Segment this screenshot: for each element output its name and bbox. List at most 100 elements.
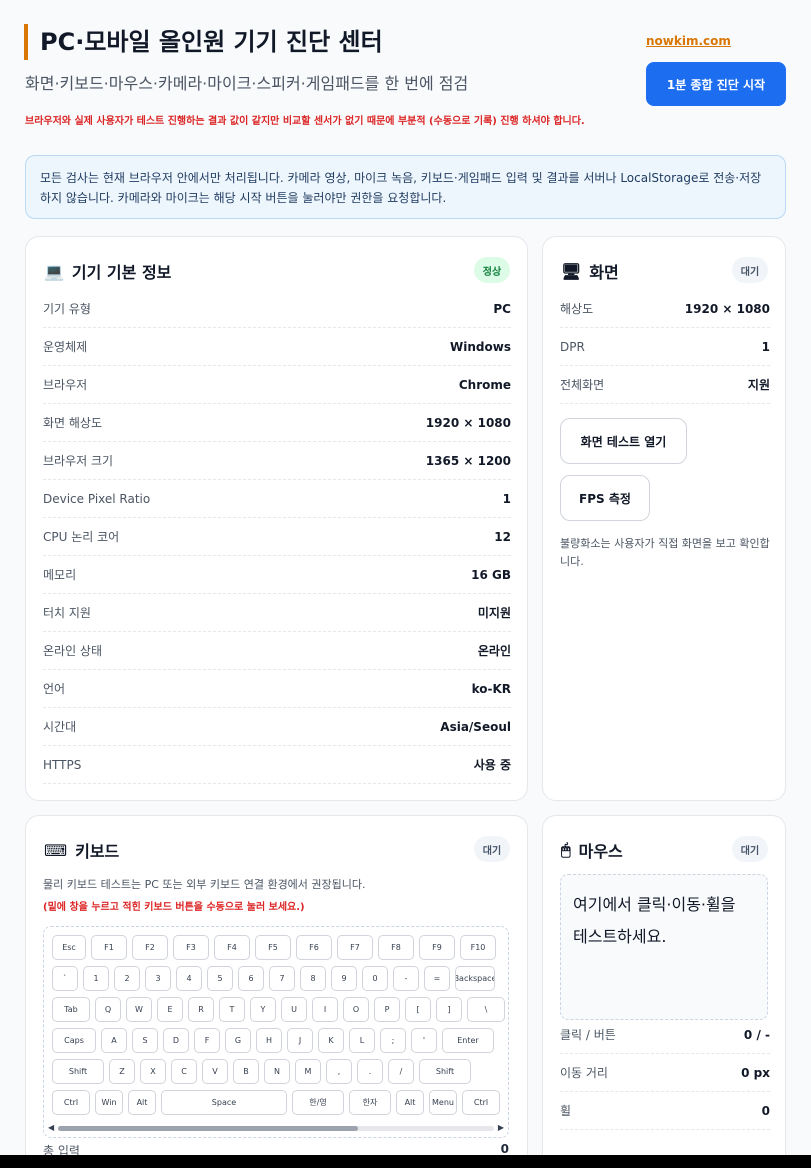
key-h[interactable]: H bbox=[256, 1028, 282, 1053]
scroll-left-icon[interactable]: ◀ bbox=[48, 1123, 54, 1132]
key-f9[interactable]: F9 bbox=[419, 935, 455, 960]
key-caps[interactable]: Caps bbox=[52, 1028, 96, 1053]
key-f2[interactable]: F2 bbox=[132, 935, 168, 960]
key-alt[interactable]: Alt bbox=[396, 1090, 424, 1115]
info-value: 1 bbox=[502, 491, 511, 506]
key-a[interactable]: A bbox=[101, 1028, 127, 1053]
info-row: 브라우저 크기 1365 × 1200 bbox=[43, 442, 511, 480]
info-row: 메모리 16 GB bbox=[43, 556, 511, 594]
key-1[interactable]: 1 bbox=[83, 966, 109, 991]
key-[interactable]: = bbox=[424, 966, 450, 991]
key-9[interactable]: 9 bbox=[331, 966, 357, 991]
info-label: 전체화면 bbox=[560, 378, 605, 392]
key-5[interactable]: 5 bbox=[207, 966, 233, 991]
key-[interactable]: - bbox=[393, 966, 419, 991]
key-esc[interactable]: Esc bbox=[52, 935, 86, 960]
key-u[interactable]: U bbox=[281, 997, 307, 1022]
start-diagnosis-button[interactable]: 1분 종합 진단 시작 bbox=[646, 62, 786, 106]
info-value: 12 bbox=[494, 529, 511, 544]
key-shift[interactable]: Shift bbox=[52, 1059, 104, 1084]
key-4[interactable]: 4 bbox=[176, 966, 202, 991]
key-y[interactable]: Y bbox=[250, 997, 276, 1022]
key-[interactable]: ` bbox=[52, 966, 78, 991]
key-i[interactable]: I bbox=[312, 997, 338, 1022]
key-j[interactable]: J bbox=[287, 1028, 313, 1053]
key-r[interactable]: R bbox=[188, 997, 214, 1022]
keyboard-row: ` 1 2 3 4 5 6 7 8 9 0- = Backspace bbox=[52, 966, 495, 991]
info-row: 화면 해상도 1920 × 1080 bbox=[43, 404, 511, 442]
key-[interactable]: ] bbox=[436, 997, 462, 1022]
key-tab[interactable]: Tab bbox=[52, 997, 90, 1022]
key-d[interactable]: D bbox=[163, 1028, 189, 1053]
key-f7[interactable]: F7 bbox=[337, 935, 373, 960]
key-f5[interactable]: F5 bbox=[255, 935, 291, 960]
key-[interactable]: \ bbox=[467, 997, 505, 1022]
device-info-card: 💻 기기 기본 정보 정상 기기 유형 PC 운영체제 Windows 브라우저 Chro… bbox=[25, 236, 528, 801]
key-[interactable]: [ bbox=[405, 997, 431, 1022]
info-value: 1 bbox=[761, 339, 770, 354]
key-shift[interactable]: Shift bbox=[419, 1059, 471, 1084]
info-label: 시간대 bbox=[43, 720, 77, 734]
key-[interactable]: / bbox=[388, 1059, 414, 1084]
key-f1[interactable]: F1 bbox=[91, 935, 127, 960]
key-[interactable]: , bbox=[326, 1059, 352, 1084]
key-space[interactable]: Space bbox=[161, 1090, 287, 1115]
key-v[interactable]: V bbox=[202, 1059, 228, 1084]
key-c[interactable]: C bbox=[171, 1059, 197, 1084]
key-f3[interactable]: F3 bbox=[173, 935, 209, 960]
key-backspace[interactable]: Backspace bbox=[455, 966, 495, 991]
key-l[interactable]: L bbox=[349, 1028, 375, 1053]
keyboard-test-area[interactable]: Ctrl Win Alt Space 한/영 한자 Alt Menu Ctrl Shift Z X C V… bbox=[43, 926, 509, 1138]
open-screen-test-button[interactable]: 화면 테스트 열기 bbox=[560, 418, 687, 464]
key-0[interactable]: 0 bbox=[362, 966, 388, 991]
key-[interactable]: . bbox=[357, 1059, 383, 1084]
key-q[interactable]: Q bbox=[95, 997, 121, 1022]
mouse-test-area[interactable]: 여기에서 클릭·이동·휠을 테스트하세요. bbox=[560, 874, 768, 1020]
key-e[interactable]: E bbox=[157, 997, 183, 1022]
key-7[interactable]: 7 bbox=[269, 966, 295, 991]
key-k[interactable]: K bbox=[318, 1028, 344, 1053]
key-t[interactable]: T bbox=[219, 997, 245, 1022]
key-n[interactable]: N bbox=[264, 1059, 290, 1084]
key-8[interactable]: 8 bbox=[300, 966, 326, 991]
key-x[interactable]: X bbox=[140, 1059, 166, 1084]
key-f8[interactable]: F8 bbox=[378, 935, 414, 960]
key-m[interactable]: M bbox=[295, 1059, 321, 1084]
key-o[interactable]: O bbox=[343, 997, 369, 1022]
brand-link[interactable]: nowkim.com bbox=[646, 34, 731, 48]
info-value: 지원 bbox=[747, 378, 770, 392]
key-menu[interactable]: Menu bbox=[429, 1090, 457, 1115]
key-enter[interactable]: Enter bbox=[442, 1028, 494, 1053]
key-win[interactable]: Win bbox=[95, 1090, 123, 1115]
key-ctrl[interactable]: Ctrl bbox=[462, 1090, 500, 1115]
key-한자[interactable]: 한자 bbox=[349, 1090, 391, 1115]
screen-card: 🖥 화면 대기 해상도 1920 × 1080 DPR 1 전체화면 지원 화면 테스트 … bbox=[542, 236, 786, 801]
key-3[interactable]: 3 bbox=[145, 966, 171, 991]
fps-measure-button[interactable]: FPS 측정 bbox=[560, 475, 650, 521]
info-value: Asia/Seoul bbox=[440, 719, 511, 734]
key-alt[interactable]: Alt bbox=[128, 1090, 156, 1115]
key-한영[interactable]: 한/영 bbox=[292, 1090, 344, 1115]
key-[interactable]: ' bbox=[411, 1028, 437, 1053]
horizontal-scrollbar[interactable]: ◀ ▶ bbox=[48, 1123, 504, 1133]
key-f10[interactable]: F10 bbox=[460, 935, 496, 960]
key-6[interactable]: 6 bbox=[238, 966, 264, 991]
key-f[interactable]: F bbox=[194, 1028, 220, 1053]
keyboard-card: ⌨ 키보드 대기 물리 키보드 테스트는 PC 또는 외부 키보드 연결 환경에… bbox=[25, 815, 528, 1155]
key-w[interactable]: W bbox=[126, 997, 152, 1022]
info-value: PC bbox=[493, 301, 511, 316]
scroll-right-icon[interactable]: ▶ bbox=[498, 1123, 504, 1132]
key-s[interactable]: S bbox=[132, 1028, 158, 1053]
status-badge: 대기 bbox=[732, 836, 768, 862]
key-f6[interactable]: F6 bbox=[296, 935, 332, 960]
key-ctrl[interactable]: Ctrl bbox=[52, 1090, 90, 1115]
key-2[interactable]: 2 bbox=[114, 966, 140, 991]
key-p[interactable]: P bbox=[374, 997, 400, 1022]
key-g[interactable]: G bbox=[225, 1028, 251, 1053]
keyboard-row: Ctrl Win Alt Space 한/영 한자 Alt Menu Ctrl bbox=[52, 1090, 500, 1115]
scroll-thumb[interactable] bbox=[58, 1126, 358, 1131]
key-f4[interactable]: F4 bbox=[214, 935, 250, 960]
key-[interactable]: ; bbox=[380, 1028, 406, 1053]
key-z[interactable]: Z bbox=[109, 1059, 135, 1084]
key-b[interactable]: B bbox=[233, 1059, 259, 1084]
